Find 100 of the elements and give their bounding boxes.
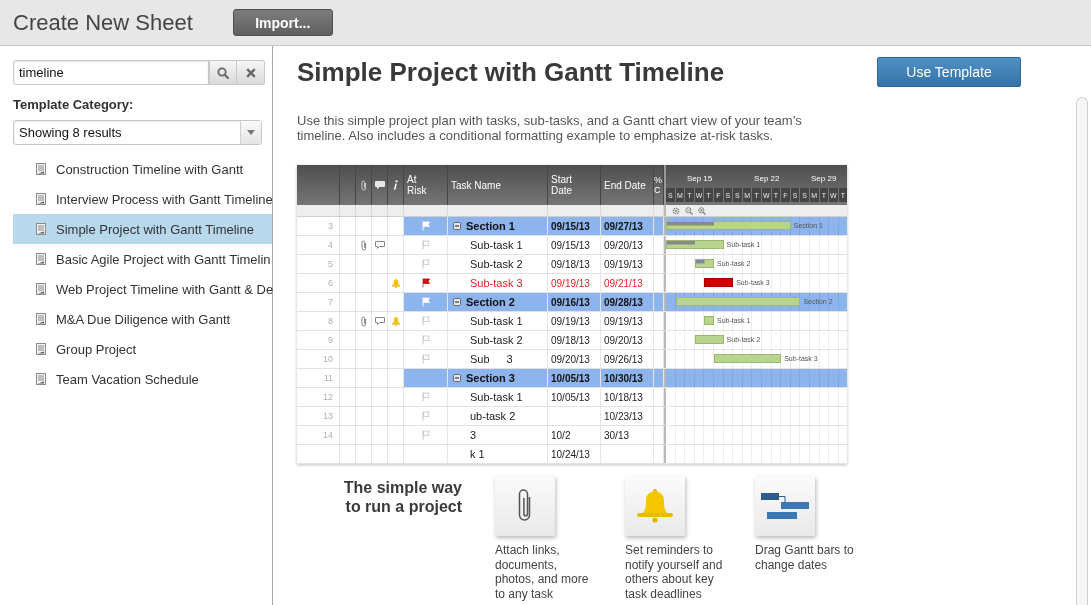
- zoom-out-icon[interactable]: [685, 206, 693, 215]
- task-name: Sub-task 1: [470, 239, 523, 251]
- search-field[interactable]: timeline: [13, 60, 209, 85]
- collapse-icon[interactable]: [453, 298, 461, 306]
- task-name: Sub-task 3: [470, 277, 523, 289]
- start-date: 10/05/13: [551, 372, 590, 384]
- start-date: 10/24/13: [551, 448, 590, 460]
- task-name: Section 3: [466, 372, 515, 384]
- paperclip-icon: [517, 488, 533, 524]
- import-button[interactable]: Import...: [232, 9, 333, 36]
- row-number: 3: [328, 221, 333, 231]
- start-date: 09/16/13: [551, 296, 590, 308]
- end-date: 09/20/13: [604, 334, 643, 346]
- category-select[interactable]: Showing 8 results: [13, 120, 262, 145]
- page-title: Create New Sheet: [13, 9, 193, 36]
- row-number: 9: [328, 335, 333, 345]
- row-number: 8: [328, 316, 333, 326]
- end-date: 09/19/13: [604, 258, 643, 270]
- start-date: 09/18/13: [551, 334, 590, 346]
- template-title: Simple Project with Gantt Timeline: [297, 56, 725, 88]
- end-date: 30/13: [604, 429, 630, 441]
- feature-caption: Attach links, documents, photos, and more to any task: [495, 543, 590, 601]
- comment-icon[interactable]: [374, 241, 385, 249]
- end-date: 09/27/13: [604, 220, 643, 232]
- row-number: 5: [328, 259, 333, 269]
- template-list-item[interactable]: Group Project: [13, 334, 272, 364]
- sheet-icon: [36, 373, 46, 385]
- info-icon: [393, 180, 398, 190]
- task-name: Sub-task 2: [470, 334, 523, 346]
- end-date: 10/30/13: [604, 372, 643, 384]
- sheet-icon: [36, 283, 46, 295]
- bell-icon[interactable]: [390, 316, 401, 326]
- start-date: 09/15/13: [551, 239, 590, 251]
- scrollbar[interactable]: [1076, 97, 1088, 605]
- sheet-icon: [36, 193, 46, 205]
- end-date: 09/20/13: [604, 239, 643, 251]
- start-date: 10/2: [551, 429, 571, 441]
- template-list-item[interactable]: Construction Timeline with Gantt: [13, 154, 272, 184]
- bell-icon[interactable]: [390, 278, 401, 288]
- start-date: 09/19/13: [551, 277, 590, 289]
- row-number: 10: [323, 354, 333, 364]
- gantt-bar[interactable]: [704, 278, 734, 287]
- task-name: ub-task 2: [470, 410, 516, 422]
- sheet-icon: [36, 253, 46, 265]
- start-date: 09/19/13: [551, 315, 590, 327]
- task-name: Section 2: [466, 296, 515, 308]
- template-list-item[interactable]: Interview Process with Gantt Timeline: [13, 184, 272, 214]
- column-header: Task Name: [451, 179, 501, 191]
- template-list-item[interactable]: Simple Project with Gantt Timeline: [13, 214, 272, 244]
- comment-icon[interactable]: [374, 317, 385, 325]
- collapse-icon[interactable]: [453, 222, 461, 230]
- week-label: Sep 15: [685, 173, 714, 183]
- task-name: Sub-task 1: [470, 315, 523, 327]
- paperclip-icon[interactable]: [360, 239, 367, 251]
- comment-icon: [374, 181, 385, 189]
- zoom-in-icon[interactable]: [698, 206, 706, 215]
- task-name: Sub: [470, 353, 490, 365]
- search-button[interactable]: [209, 60, 237, 85]
- bell-icon: [635, 488, 675, 524]
- tagline: The simple way to run a project: [342, 478, 462, 517]
- caret-icon: [247, 130, 255, 135]
- column-header: At Risk: [407, 174, 428, 196]
- collapse-icon[interactable]: [453, 374, 461, 382]
- week-label: Sep 22: [753, 173, 781, 183]
- template-list-item[interactable]: M&A Due Diligence with Gantt: [13, 304, 272, 334]
- close-icon: [245, 67, 256, 78]
- use-template-button[interactable]: Use Template: [877, 57, 1021, 87]
- end-date: 10/23/13: [604, 410, 643, 422]
- task-name: Section 1: [466, 220, 515, 232]
- paperclip-icon[interactable]: [360, 315, 367, 327]
- start-date: 09/20/13: [551, 353, 590, 365]
- row-number: 7: [328, 297, 333, 307]
- sheet-icon: [36, 223, 46, 235]
- gear-icon[interactable]: [672, 206, 680, 215]
- template-list-item[interactable]: Web Project Timeline with Gantt & De: [13, 274, 272, 304]
- end-date: 09/28/13: [604, 296, 643, 308]
- template-description: Use this simple project plan with tasks, sub-tasks, and a Gantt chart view of your team’s timeline. Also includes a conditional formatting example to emphasize at-risk tasks.: [297, 113, 803, 143]
- sheet-icon: [36, 163, 46, 175]
- paperclip-icon: [360, 179, 367, 191]
- sheet-icon: [36, 313, 46, 325]
- column-header: % C: [654, 175, 663, 195]
- feature-caption: Drag Gantt bars to change dates: [755, 543, 855, 572]
- end-date: 09/26/13: [604, 353, 643, 365]
- gantt-bars-icon: [761, 493, 809, 519]
- end-date: 09/21/13: [604, 277, 643, 289]
- row-number: 11: [323, 373, 333, 383]
- row-number: 13: [323, 411, 333, 421]
- start-date: 09/18/13: [551, 258, 590, 270]
- template-list-item[interactable]: Team Vacation Schedule: [13, 364, 272, 394]
- week-label: Sep 29: [810, 173, 838, 183]
- task-name: 3: [470, 429, 477, 441]
- task-name: 3: [506, 353, 513, 365]
- task-name: Sub-task 1: [470, 391, 523, 403]
- start-date: 10/05/13: [551, 391, 590, 403]
- clear-button[interactable]: [237, 60, 265, 85]
- search-icon: [217, 66, 229, 79]
- template-list-item[interactable]: Basic Agile Project with Gantt Timelin: [13, 244, 272, 274]
- task-name: k 1: [470, 448, 485, 460]
- column-header: End Date: [604, 179, 646, 191]
- flag-icon[interactable]: [421, 278, 430, 288]
